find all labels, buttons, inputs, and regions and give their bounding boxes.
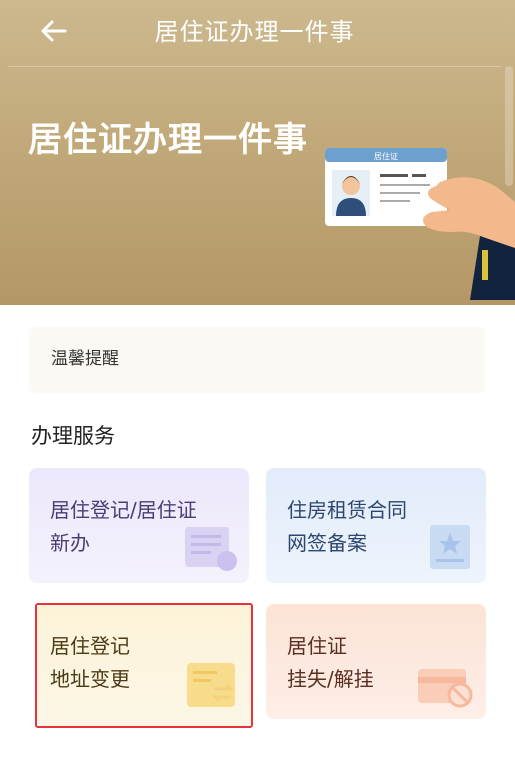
warm-reminder-label: 温馨提醒 [51, 349, 119, 369]
header-banner: 居住证办理一件事 居住证办理一件事 居住证 [0, 0, 515, 305]
service-card-loss-report[interactable]: 居住证 挂失/解挂 [266, 604, 486, 719]
banner-title: 居住证办理一件事 [28, 120, 308, 160]
card-label: 居住证 [374, 151, 398, 161]
contract-star-icon [430, 525, 470, 569]
top-nav-bar: 居住证办理一件事 [8, 0, 501, 67]
service-label: 居住登记 地址变更 [50, 634, 130, 691]
service-label: 住房租赁合同 网签备案 [287, 498, 407, 555]
services-section-title: 办理服务 [31, 424, 115, 448]
page-title: 居住证办理一件事 [154, 18, 355, 46]
service-new-registration[interactable]: 居住登记/居住证 新办 [29, 468, 249, 583]
card-block-icon [418, 669, 473, 708]
warm-reminder-bar[interactable]: 温馨提醒 [29, 327, 485, 393]
document-icon [185, 527, 237, 571]
service-label: 居住证 挂失/解挂 [287, 634, 374, 691]
service-label: 居住登记/居住证 新办 [50, 498, 197, 555]
service-rental-contract-filing[interactable]: 住房租赁合同 网签备案 [266, 468, 486, 583]
residence-card-illustration: 居住证 [325, 148, 515, 300]
service-address-change[interactable]: 居住登记 地址变更 [37, 604, 253, 727]
address-change-icon [187, 663, 235, 707]
